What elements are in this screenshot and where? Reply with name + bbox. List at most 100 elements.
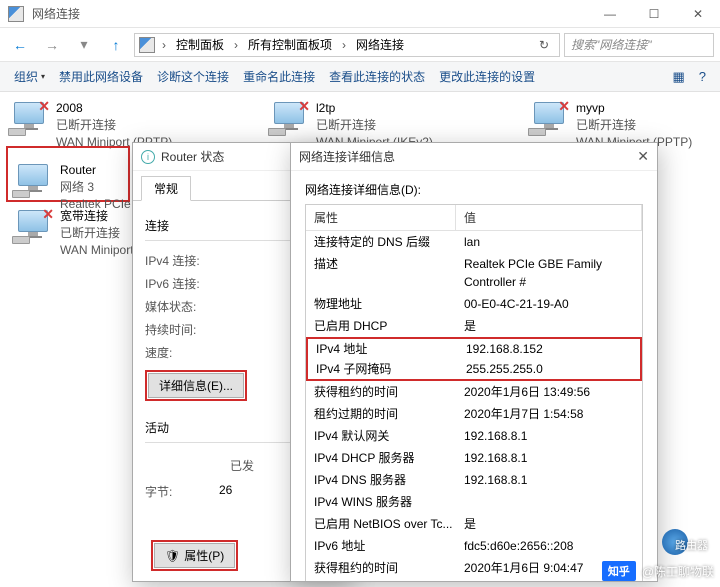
table-row[interactable]: IPv4 子网掩码255.255.255.0 — [308, 359, 640, 379]
cell-property: IPv4 地址 — [308, 340, 458, 358]
properties-button[interactable]: 🛡 属性(P) — [154, 543, 235, 568]
connection-icon — [14, 162, 54, 202]
bytes-label: 字节: — [145, 483, 219, 500]
ipv4-conn-label: IPv4 连接: — [145, 252, 219, 269]
cmd-change-settings[interactable]: 更改此连接的设置 — [433, 64, 541, 89]
crumb-leaf[interactable]: 网络连接 — [353, 35, 407, 54]
connection-icon: ✕ — [270, 100, 310, 140]
table-row[interactable]: 已启用 NetBIOS over Tc...是 — [306, 513, 642, 535]
dialog-title: 网络连接详细信息 — [299, 148, 395, 165]
window-title: 网络连接 — [32, 5, 588, 22]
cell-property: 获得租约的时间 — [306, 383, 456, 401]
connection-details-dialog: 网络连接详细信息 ✕ 网络连接详细信息(D): 属性 值 连接特定的 DNS 后… — [290, 142, 658, 582]
cell-property: IPv4 子网掩码 — [308, 360, 458, 378]
table-row[interactable]: 已启用 DHCP是 — [306, 315, 642, 337]
crumb-sep: › — [339, 38, 349, 52]
crumb-sep: › — [231, 38, 241, 52]
table-row[interactable]: IPv4 默认网关192.168.8.1 — [306, 425, 642, 447]
app-icon — [8, 6, 24, 22]
maximize-button[interactable]: ☐ — [632, 0, 676, 28]
annotation-ip-box: IPv4 地址192.168.8.152IPv4 子网掩码255.255.255… — [306, 337, 642, 381]
details-label: 网络连接详细信息(D): — [305, 181, 643, 198]
minimize-button[interactable]: — — [588, 0, 632, 28]
crumb-sep: › — [159, 38, 169, 52]
search-placeholder: 搜索"网络连接" — [571, 36, 652, 53]
window-controls: — ☐ ✕ — [588, 0, 720, 28]
nav-up-button[interactable]: ↑ — [102, 31, 130, 59]
cell-property: 租约过期的时间 — [306, 405, 456, 423]
cell-property: IPv6 地址 — [306, 537, 456, 555]
ipv6-conn-label: IPv6 连接: — [145, 275, 219, 292]
crumb-mid[interactable]: 所有控制面板项 — [245, 35, 335, 54]
location-icon — [139, 37, 155, 53]
crumb-root[interactable]: 控制面板 — [173, 35, 227, 54]
cell-value: fdc5:d60e:2656::208 — [456, 537, 642, 555]
breadcrumb-bar[interactable]: › 控制面板 › 所有控制面板项 › 网络连接 ↻ — [134, 33, 560, 57]
window-titlebar: 网络连接 — ☐ ✕ — [0, 0, 720, 28]
table-row[interactable]: 描述Realtek PCIe GBE Family Controller # — [306, 253, 642, 293]
annotation-details-box: 详细信息(E)... — [145, 370, 247, 401]
cell-value: 2020年1月6日 13:49:56 — [456, 383, 642, 401]
table-row[interactable]: 租约过期的时间2020年1月7日 1:54:58 — [306, 403, 642, 425]
cell-property: IPv4 DNS 服务器 — [306, 471, 456, 489]
table-row[interactable]: 获得租约的时间2020年1月6日 9:04:47 — [306, 557, 642, 579]
col-value[interactable]: 值 — [456, 205, 642, 230]
conn-name: 2008 — [56, 100, 172, 117]
table-row[interactable]: IPv6 地址fdc5:d60e:2656::208 — [306, 535, 642, 557]
nav-back-button[interactable]: ← — [6, 31, 34, 59]
speed-label: 速度: — [145, 344, 219, 361]
connection-icon: ✕ — [14, 208, 54, 248]
command-bar: 组织▾ 禁用此网络设备 诊断这个连接 重命名此连接 查看此连接的状态 更改此连接… — [0, 62, 720, 92]
cell-value: 192.168.8.152 — [458, 340, 640, 358]
table-row[interactable]: 获得租约的时间2020年1月6日 13:49:56 — [306, 381, 642, 403]
cmd-view-status[interactable]: 查看此连接的状态 — [323, 64, 431, 89]
cell-value: lan — [456, 233, 642, 251]
cell-property: 物理地址 — [306, 295, 456, 313]
cmd-disable-device[interactable]: 禁用此网络设备 — [53, 64, 149, 89]
cell-value: 255.255.255.0 — [458, 360, 640, 378]
tab-general[interactable]: 常规 — [141, 176, 191, 201]
cell-property: 描述 — [306, 255, 456, 291]
nav-forward-button[interactable]: → — [38, 31, 66, 59]
conn-type: WAN Miniport — [60, 242, 134, 259]
conn-status: 已断开连接 — [316, 117, 433, 134]
help-button[interactable]: ? — [693, 65, 712, 88]
table-row[interactable]: 物理地址00-E0-4C-21-19-A0 — [306, 293, 642, 315]
cell-property: IPv4 WINS 服务器 — [306, 493, 456, 511]
conn-name: 宽带连接 — [60, 208, 134, 225]
refresh-button[interactable]: ↻ — [533, 38, 555, 52]
table-row[interactable]: IPv4 WINS 服务器 — [306, 491, 642, 513]
connection-icon: ✕ — [10, 100, 50, 140]
close-button[interactable]: ✕ — [637, 148, 649, 165]
search-input[interactable]: 搜索"网络连接" — [564, 33, 714, 57]
cell-property: IPv4 DHCP 服务器 — [306, 449, 456, 467]
table-row[interactable]: IPv4 地址192.168.8.152 — [308, 339, 640, 359]
details-list[interactable]: 属性 值 连接特定的 DNS 后缀lan描述Realtek PCIe GBE F… — [305, 204, 643, 581]
address-row: ← → ▾ ↑ › 控制面板 › 所有控制面板项 › 网络连接 ↻ 搜索"网络连… — [0, 28, 720, 62]
cmd-rename[interactable]: 重命名此连接 — [237, 64, 321, 89]
cell-property: IPv4 默认网关 — [306, 427, 456, 445]
nav-recent-dropdown[interactable]: ▾ — [70, 31, 98, 59]
zhihu-logo: 知乎 — [602, 561, 636, 581]
col-property[interactable]: 属性 — [306, 205, 456, 230]
annotation-props-box: 🛡 属性(P) — [151, 540, 238, 571]
watermark-zhihu: 知乎 @陈工聊物联 — [602, 561, 714, 581]
cell-value: 192.168.8.1 — [456, 427, 642, 445]
details-button[interactable]: 详细信息(E)... — [148, 373, 244, 398]
table-row[interactable]: IPv4 DHCP 服务器192.168.8.1 — [306, 447, 642, 469]
shield-icon: 🛡 — [165, 549, 180, 563]
view-options-button[interactable]: ▦ — [666, 65, 690, 89]
cell-value: 192.168.8.1 — [456, 449, 642, 467]
cell-value: 192.168.8.1 — [456, 471, 642, 489]
table-row[interactable]: 连接特定的 DNS 后缀lan — [306, 231, 642, 253]
cell-property: 已启用 NetBIOS over Tc... — [306, 515, 456, 533]
conn-status: 已断开连接 — [60, 225, 134, 242]
table-row[interactable]: IPv4 DNS 服务器192.168.8.1 — [306, 469, 642, 491]
close-button[interactable]: ✕ — [676, 0, 720, 28]
cmd-diagnose[interactable]: 诊断这个连接 — [151, 64, 235, 89]
dialog-icon: i — [141, 150, 155, 164]
dialog-titlebar[interactable]: 网络连接详细信息 ✕ — [291, 143, 657, 171]
cmd-organize[interactable]: 组织▾ — [8, 64, 51, 89]
table-row[interactable]: 租约过期的时间2156年2月12日 20:49:17 — [306, 579, 642, 581]
cell-property: 已启用 DHCP — [306, 317, 456, 335]
